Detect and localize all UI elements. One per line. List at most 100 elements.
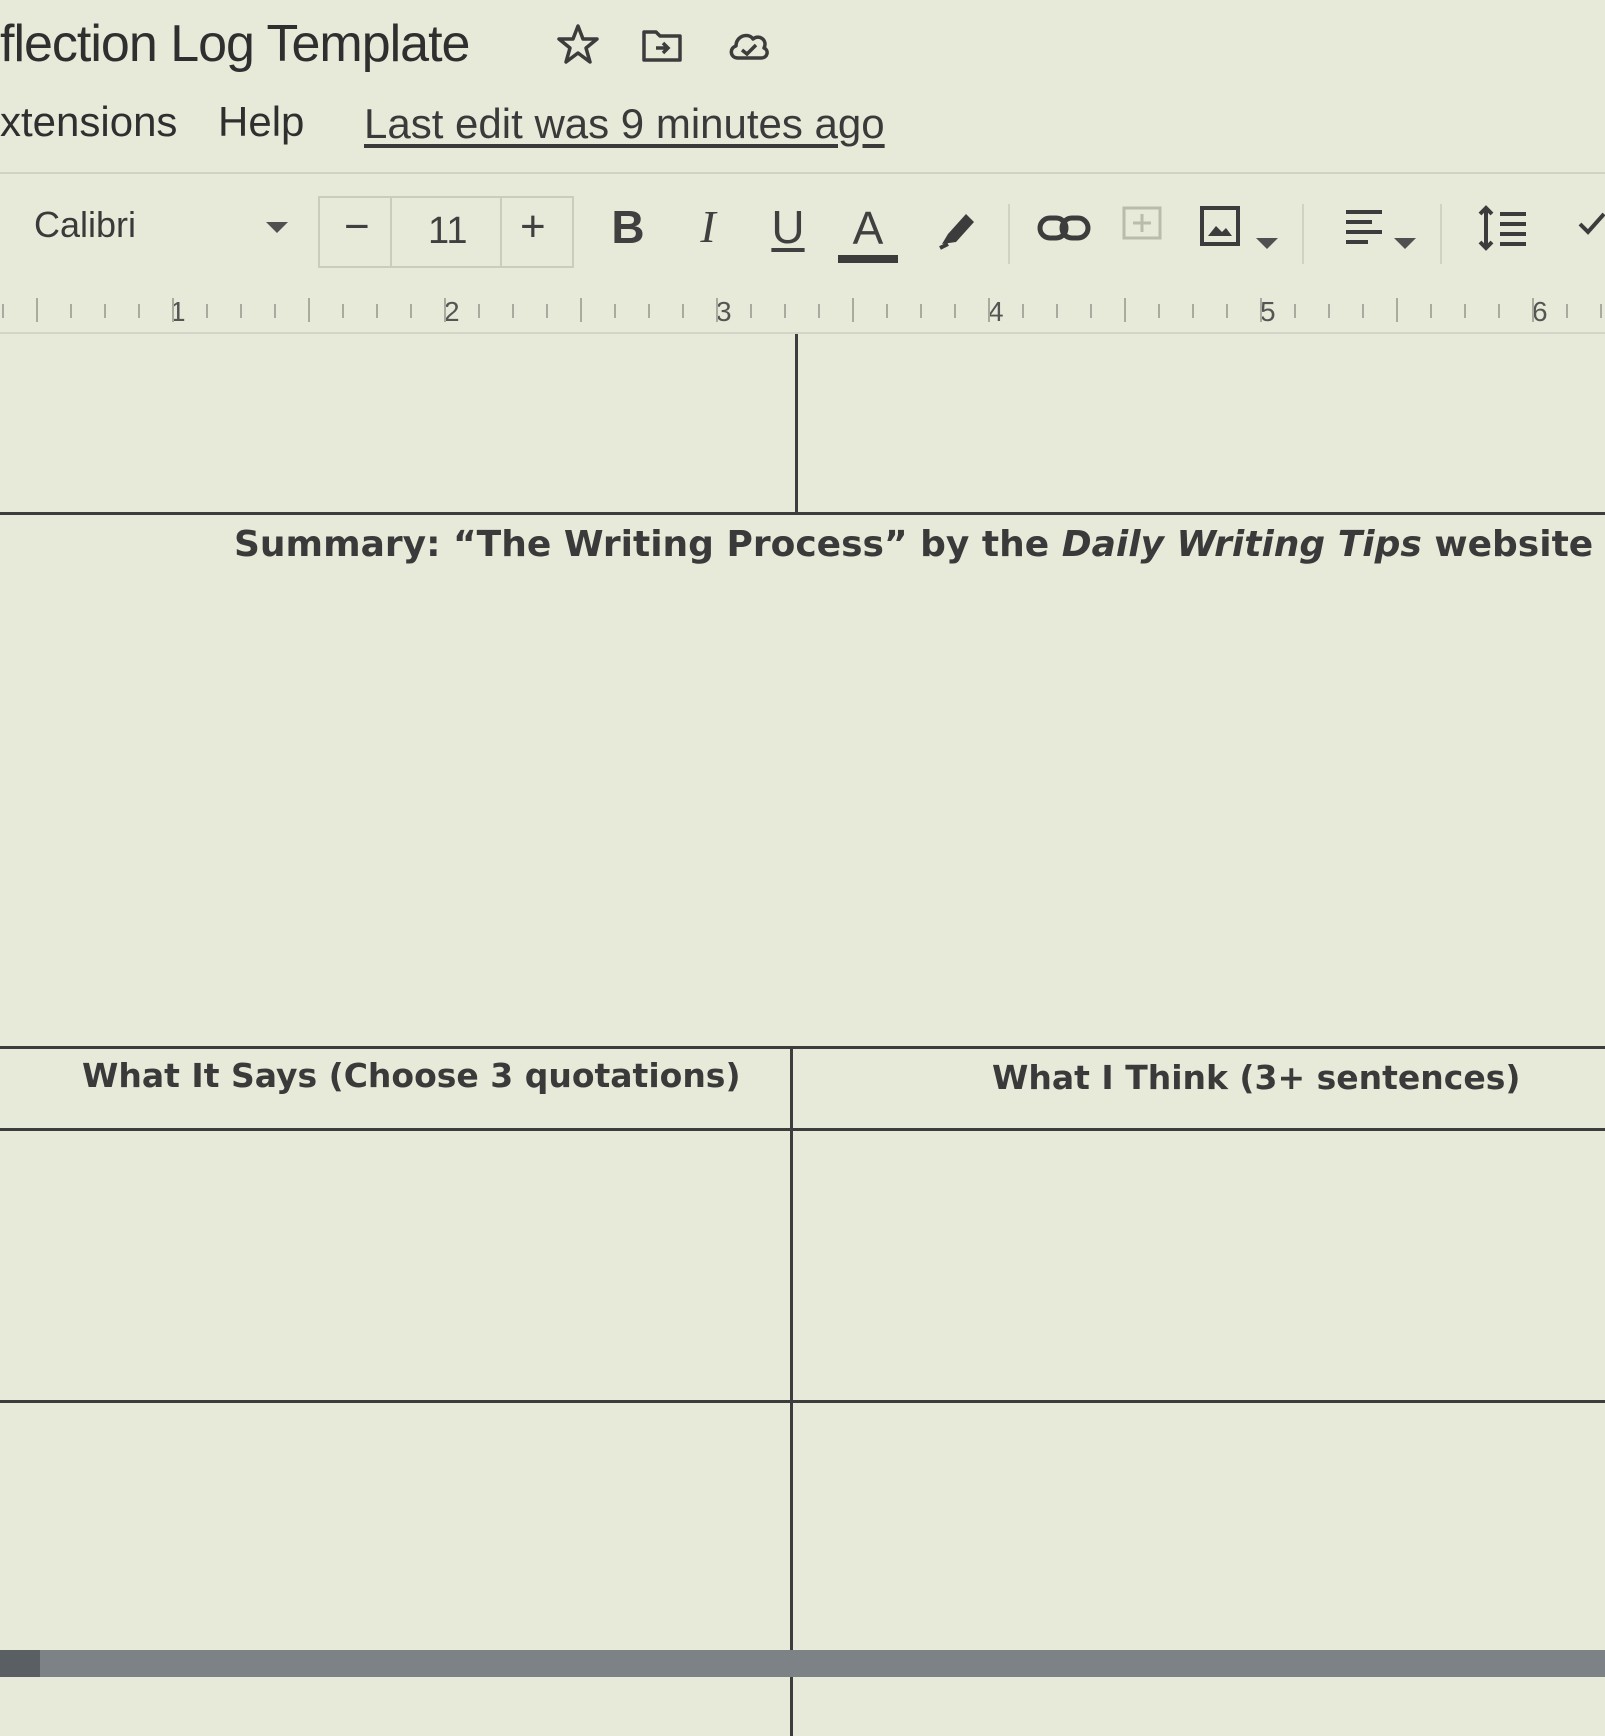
ruler-tick — [1566, 304, 1568, 318]
document-canvas[interactable]: Summary: “The Writing Process” by the Da… — [0, 334, 1605, 1736]
ruler-tick — [308, 298, 310, 322]
text-color-button[interactable]: A — [838, 204, 898, 264]
ruler-tick — [70, 304, 72, 318]
italic-label: I — [700, 201, 716, 252]
align-dropdown-caret-icon[interactable] — [1394, 238, 1416, 249]
ruler-tick — [342, 304, 344, 318]
what-it-says-cell[interactable] — [0, 1131, 790, 1735]
insert-link-icon[interactable] — [1036, 204, 1092, 264]
what-i-think-header: What I Think (3+ sentences) — [992, 1058, 1521, 1097]
font-dropdown-caret-icon[interactable] — [266, 222, 288, 233]
ruler-tick — [1260, 298, 1262, 322]
move-to-folder-icon[interactable] — [640, 22, 684, 66]
title-bar: flection Log Template — [0, 0, 1605, 90]
ruler-tick — [36, 298, 38, 322]
star-icon[interactable] — [556, 22, 600, 66]
ruler-tick — [376, 304, 378, 318]
ruler-tick — [614, 304, 616, 318]
bold-label: B — [611, 201, 645, 253]
increase-font-size-button[interactable]: + — [520, 202, 546, 252]
ruler-tick — [410, 304, 412, 318]
ruler-tick — [954, 304, 956, 318]
ruler-tick — [580, 298, 582, 322]
ruler-tick — [1464, 304, 1466, 318]
ruler-label-5: 5 — [1260, 296, 1276, 327]
menu-bar: xtensions Help Last edit was 9 minutes a… — [0, 90, 1605, 160]
ruler-label-4: 4 — [988, 296, 1004, 327]
ruler-tick — [750, 304, 752, 318]
ruler-tick — [274, 304, 276, 318]
ruler-tick — [512, 304, 514, 318]
ruler-tick — [1124, 298, 1126, 322]
ruler-tick — [716, 298, 718, 322]
menu-help[interactable]: Help — [218, 98, 304, 146]
checklist-icon[interactable] — [1576, 204, 1605, 264]
ruler-tick — [1362, 304, 1364, 318]
ruler-tick — [988, 298, 990, 322]
table-rule-2 — [0, 1046, 1605, 1049]
summary-prefix: Summary: “The Writing Process” by the — [234, 524, 1062, 565]
what-i-think-cell[interactable] — [793, 1131, 1605, 1735]
table-rule-1 — [0, 512, 1605, 515]
ruler-tick — [104, 304, 106, 318]
ruler-label-3: 3 — [716, 296, 732, 327]
text-color-label: A — [852, 202, 884, 254]
ruler-tick — [852, 298, 854, 322]
ruler-label-2: 2 — [444, 296, 460, 327]
taskbar-edge — [0, 1650, 1605, 1677]
ruler-tick — [240, 304, 242, 318]
ruler-tick — [1022, 304, 1024, 318]
line-spacing-icon[interactable] — [1476, 204, 1530, 264]
ruler-label-6: 6 — [1532, 296, 1548, 327]
formatting-toolbar: Calibri − 11 + B I U A — [0, 172, 1605, 274]
ruler-tick — [172, 298, 174, 322]
font-size-input[interactable]: 11 — [428, 210, 467, 253]
ruler-tick — [1600, 304, 1602, 318]
ruler-tick — [1192, 304, 1194, 318]
summary-heading: Summary: “The Writing Process” by the Da… — [234, 524, 1593, 565]
table-rule-4 — [0, 1400, 1605, 1403]
cloud-status-icon[interactable] — [726, 22, 770, 66]
menu-extensions[interactable]: xtensions — [0, 98, 177, 146]
align-icon[interactable] — [1342, 204, 1386, 264]
ruler-tick — [1532, 298, 1534, 322]
horizontal-ruler[interactable]: 1 2 3 4 5 6 — [0, 292, 1605, 334]
highlight-pen-icon[interactable] — [934, 204, 982, 264]
ruler-tick — [1328, 304, 1330, 318]
font-size-control: − 11 + — [318, 196, 574, 268]
underline-label: U — [771, 201, 805, 253]
summary-source-title: Daily Writing Tips — [1061, 524, 1422, 565]
ruler-tick — [784, 304, 786, 318]
bold-button[interactable]: B — [606, 204, 650, 264]
add-comment-icon[interactable] — [1120, 204, 1164, 264]
ruler-tick — [1396, 298, 1398, 322]
ruler-tick — [1294, 304, 1296, 318]
ruler-tick — [1226, 304, 1228, 318]
ruler-tick — [444, 298, 446, 322]
ruler-tick — [682, 304, 684, 318]
ruler-tick — [1090, 304, 1092, 318]
image-dropdown-caret-icon[interactable] — [1256, 238, 1278, 249]
italic-button[interactable]: I — [686, 204, 730, 264]
ruler-tick — [1430, 304, 1432, 318]
font-family-select[interactable]: Calibri — [34, 204, 136, 246]
table-divider-top — [795, 334, 798, 514]
ruler-tick — [1158, 304, 1160, 318]
document-title[interactable]: flection Log Template — [0, 14, 470, 74]
what-it-says-header: What It Says (Choose 3 quotations) — [82, 1056, 741, 1095]
ruler-tick — [138, 304, 140, 318]
ruler-tick — [886, 304, 888, 318]
underline-button[interactable]: U — [766, 204, 810, 264]
ruler-tick — [1498, 304, 1500, 318]
ruler-tick — [818, 304, 820, 318]
ruler-tick — [920, 304, 922, 318]
ruler-tick — [648, 304, 650, 318]
ruler-tick — [2, 304, 4, 318]
ruler-tick — [478, 304, 480, 318]
insert-image-icon[interactable] — [1198, 204, 1242, 264]
ruler-tick — [206, 304, 208, 318]
decrease-font-size-button[interactable]: − — [344, 202, 370, 252]
last-edit-link[interactable]: Last edit was 9 minutes ago — [364, 100, 885, 148]
ruler-tick — [1056, 304, 1058, 318]
text-color-swatch — [838, 255, 898, 263]
